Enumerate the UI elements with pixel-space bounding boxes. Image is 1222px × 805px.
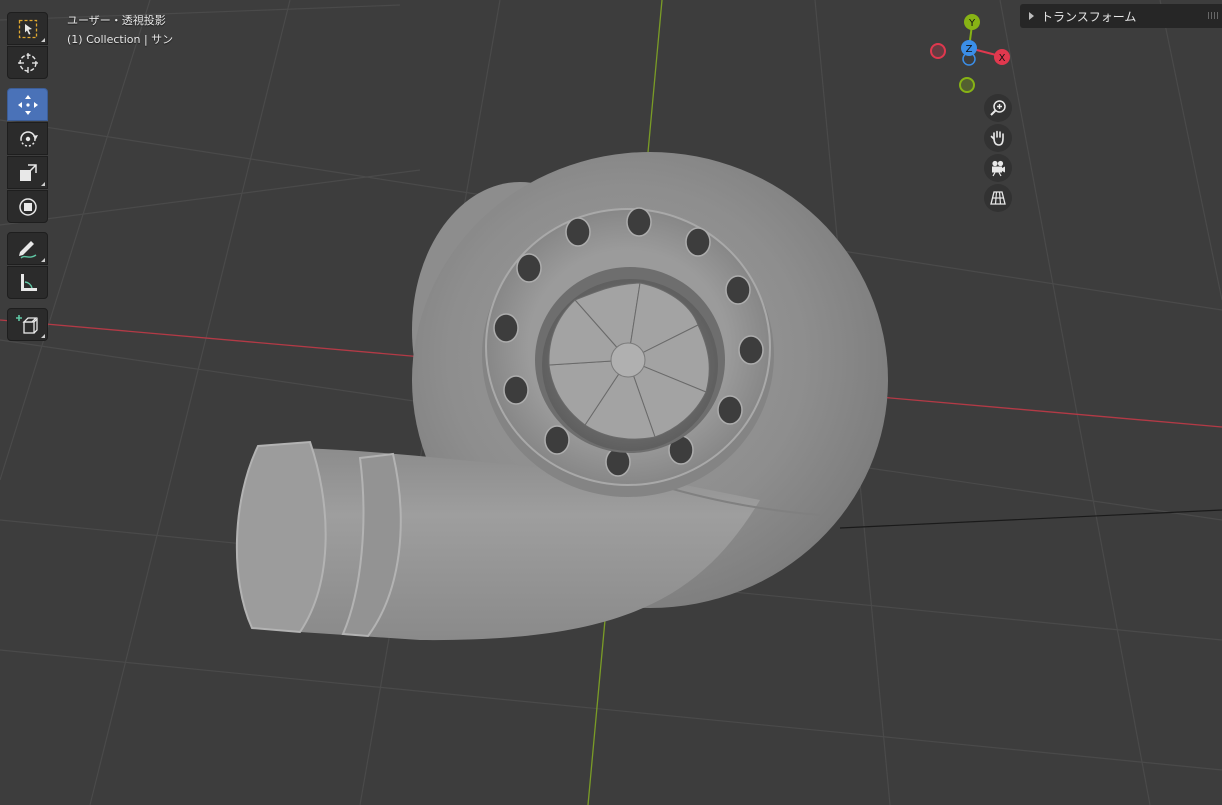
drag-grip-icon[interactable] [1208,12,1218,19]
perspective-toggle-button[interactable] [984,184,1012,212]
cursor-tool[interactable] [7,46,48,79]
z-axis-label: Z [966,44,973,55]
scale-icon [19,163,37,181]
zoom-icon [990,100,1006,116]
neg-x-axis-handle[interactable] [930,43,946,59]
add-cube-tool[interactable] [7,308,48,341]
select-box-icon [18,19,37,38]
view-mode-label: ユーザー・透視投影 [67,14,166,27]
x-axis-label: X [999,53,1006,64]
camera-view-button[interactable] [984,154,1012,182]
guide-line [839,509,1222,529]
transform-tool[interactable] [7,190,48,223]
3d-viewport[interactable] [0,0,1222,805]
add-cube-icon [15,314,38,334]
navigation-gizmo[interactable]: Y Z X [925,8,1020,98]
annotate-icon [18,240,36,259]
turbocharger-model[interactable] [235,152,888,641]
measure-icon [20,273,37,291]
neg-y-axis-handle[interactable] [959,77,975,93]
hand-icon [990,130,1004,146]
expand-arrow-icon [1029,12,1034,20]
grid-perspective-icon [990,191,1006,205]
camera-icon [992,160,1005,177]
zoom-button[interactable] [984,94,1012,122]
move-tool[interactable] [7,88,48,121]
y-axis-label: Y [968,18,976,29]
measure-tool[interactable] [7,266,48,299]
transform-panel-header[interactable]: トランスフォーム [1020,4,1222,28]
move-icon [17,94,38,115]
annotate-tool[interactable] [7,232,48,265]
select-box-tool[interactable] [7,12,48,45]
pan-button[interactable] [984,124,1012,152]
cursor-icon [17,52,38,73]
rotate-tool[interactable] [7,122,48,155]
rotate-icon [19,130,38,147]
transform-icon [18,197,37,216]
collection-info-label: (1) Collection | サン [67,33,174,46]
transform-panel-title: トランスフォーム [1041,9,1137,24]
scale-tool[interactable] [7,156,48,189]
